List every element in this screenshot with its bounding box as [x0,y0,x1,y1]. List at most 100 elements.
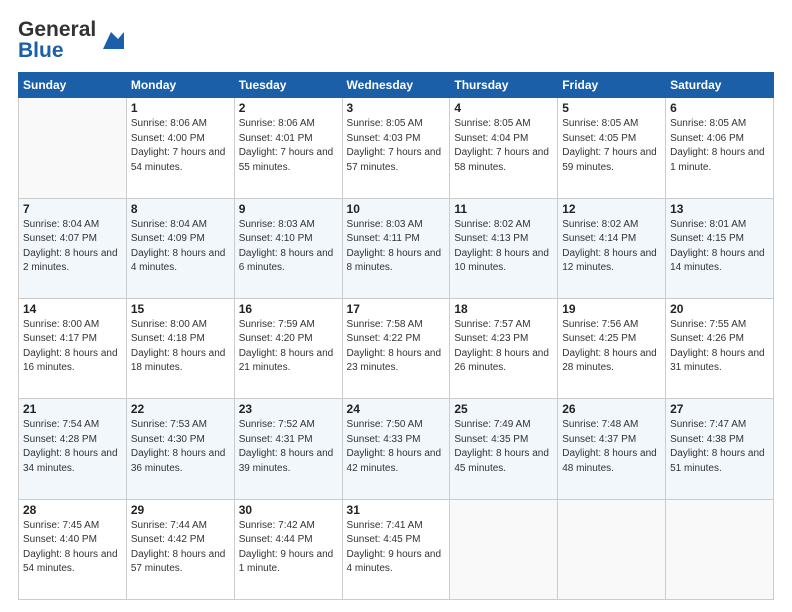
daylight-line2: 36 minutes. [131,463,183,474]
calendar-cell: 29Sunrise: 7:44 AMSunset: 4:42 PMDayligh… [126,499,234,599]
day-info: Sunrise: 7:55 AMSunset: 4:26 PMDaylight:… [670,318,769,376]
day-number: 23 [239,402,338,416]
day-number: 10 [347,202,446,216]
calendar-cell [666,499,774,599]
sunrise-text: Sunrise: 8:06 AM [131,118,207,129]
daylight-line1: Daylight: 8 hours and [23,248,118,259]
sunrise-text: Sunrise: 7:50 AM [347,419,423,430]
daylight-line2: 55 minutes. [239,162,291,173]
sunset-text: Sunset: 4:26 PM [670,333,744,344]
day-info: Sunrise: 7:42 AMSunset: 4:44 PMDaylight:… [239,519,338,577]
sunrise-text: Sunrise: 7:58 AM [347,319,423,330]
daylight-line1: Daylight: 8 hours and [562,348,657,359]
day-number: 4 [454,101,553,115]
daylight-line2: 48 minutes. [562,463,614,474]
sunrise-text: Sunrise: 8:00 AM [131,319,207,330]
sunrise-text: Sunrise: 7:49 AM [454,419,530,430]
daylight-line2: 54 minutes. [23,563,75,574]
sunrise-text: Sunrise: 8:03 AM [347,219,423,230]
daylight-line1: Daylight: 8 hours and [131,248,226,259]
day-info: Sunrise: 7:57 AM Sunset: 4:23 PM Daylight:… [454,318,553,376]
week-row-2: 7Sunrise: 8:04 AMSunset: 4:07 PMDaylight… [19,198,774,298]
sunrise-text: Sunrise: 8:05 AM [670,118,746,129]
sunrise-text: Sunrise: 7:41 AM [347,520,423,531]
page: GeneralBlue SundayMondayTuesdayWednesday… [0,0,792,612]
calendar-cell: 5Sunrise: 8:05 AMSunset: 4:05 PMDaylight… [558,98,666,198]
daylight-line1: Daylight: 9 hours and [239,549,334,560]
calendar-cell: 6Sunrise: 8:05 AMSunset: 4:06 PMDaylight… [666,98,774,198]
daylight-line2: 4 minutes. [347,563,393,574]
sunset-text: Sunset: 4:44 PM [239,534,313,545]
day-number: 2 [239,101,338,115]
sunrise-text: Sunrise: 8:02 AM [454,219,530,230]
calendar-cell: 9Sunrise: 8:03 AMSunset: 4:10 PMDaylight… [234,198,342,298]
daylight-line2: 10 minutes. [454,262,506,273]
sunrise-text: Sunrise: 7:48 AM [562,419,638,430]
day-number: 20 [670,302,769,316]
sunset-text: Sunset: 4:42 PM [131,534,205,545]
daylight-line2: 6 minutes. [239,262,285,273]
sunset-text: Sunset: 4:31 PM [239,434,313,445]
sunset-text: Sunset: 4:20 PM [239,333,313,344]
daylight-line2: 4 minutes. [131,262,177,273]
logo-blue-text: Blue [18,39,96,62]
daylight-line2: 34 minutes. [23,463,75,474]
calendar-cell: 13Sunrise: 8:01 AMSunset: 4:15 PMDayligh… [666,198,774,298]
day-number: 30 [239,503,338,517]
sunset-text: Sunset: 4:13 PM [454,233,528,244]
calendar-cell [19,98,127,198]
day-info: Sunrise: 7:59 AMSunset: 4:20 PMDaylight:… [239,318,338,376]
day-info: Sunrise: 7:58 AMSunset: 4:22 PMDaylight:… [347,318,446,376]
daylight-line1: Daylight: 8 hours and [454,248,549,259]
logo: GeneralBlue [18,18,124,62]
day-info: Sunrise: 8:04 AMSunset: 4:09 PMDaylight:… [131,218,230,276]
sunrise-text: Sunrise: 7:57 AM [454,319,530,330]
sunset-text: Sunset: 4:28 PM [23,434,97,445]
calendar-cell: 25Sunrise: 7:49 AMSunset: 4:35 PMDayligh… [450,399,558,499]
day-info: Sunrise: 8:03 AMSunset: 4:11 PMDaylight:… [347,218,446,276]
daylight-line1: Daylight: 8 hours and [23,348,118,359]
sunset-text: Sunset: 4:01 PM [239,133,313,144]
sunrise-text: Sunrise: 8:03 AM [239,219,315,230]
calendar-cell: 2Sunrise: 8:06 AMSunset: 4:01 PMDaylight… [234,98,342,198]
weekday-header-sunday: Sunday [19,73,127,98]
sunset-text: Sunset: 4:03 PM [347,133,421,144]
daylight-line2: 42 minutes. [347,463,399,474]
sunset-text: Sunset: 4:23 PM [454,333,528,344]
daylight-line2: 12 minutes. [562,262,614,273]
sunset-text: Sunset: 4:11 PM [347,233,420,244]
day-number: 18 [454,302,553,316]
calendar-cell: 1Sunrise: 8:06 AMSunset: 4:00 PMDaylight… [126,98,234,198]
daylight-line1: Daylight: 7 hours and [239,147,334,158]
calendar-cell: 28Sunrise: 7:45 AMSunset: 4:40 PMDayligh… [19,499,127,599]
day-info: Sunrise: 8:05 AMSunset: 4:04 PMDaylight:… [454,117,553,175]
day-number: 26 [562,402,661,416]
calendar-cell: 3Sunrise: 8:05 AMSunset: 4:03 PMDaylight… [342,98,450,198]
day-number: 7 [23,202,122,216]
daylight-line2: 1 minute. [239,563,280,574]
daylight-line2: 28 minutes. [562,362,614,373]
sunset-text: Sunset: 4:05 PM [562,133,636,144]
daylight-line1: Daylight: 9 hours and [347,549,442,560]
weekday-header-saturday: Saturday [666,73,774,98]
day-info: Sunrise: 8:02 AM Sunset: 4:13 PM Daylight:… [454,218,553,276]
sunrise-text: Sunrise: 8:00 AM [23,319,99,330]
daylight-line1: Daylight: 8 hours and [347,348,442,359]
day-info: Sunrise: 8:01 AMSunset: 4:15 PMDaylight:… [670,218,769,276]
daylight-line2: 1 minute. [670,162,711,173]
calendar-cell: 22Sunrise: 7:53 AMSunset: 4:30 PMDayligh… [126,399,234,499]
calendar-cell: 31Sunrise: 7:41 AMSunset: 4:45 PMDayligh… [342,499,450,599]
logo-general: General [18,18,96,41]
day-number: 15 [131,302,230,316]
sunset-text: Sunset: 4:37 PM [562,434,636,445]
daylight-line1: Daylight: 8 hours and [454,348,549,359]
calendar-cell: 30 Sunrise: 7:42 AMSunset: 4:44 PMDayligh… [234,499,342,599]
calendar-cell: 15Sunrise: 8:00 AMSunset: 4:18 PMDayligh… [126,298,234,398]
sunrise-text: Sunrise: 8:02 AM [562,219,638,230]
calendar-cell: 10Sunrise: 8:03 AMSunset: 4:11 PMDayligh… [342,198,450,298]
week-row-1: 1Sunrise: 8:06 AMSunset: 4:00 PMDaylight… [19,98,774,198]
sunset-text: Sunset: 4:45 PM [347,534,421,545]
sunset-text: Sunset: 4:07 PM [23,233,97,244]
day-number: 19 [562,302,661,316]
sunset-text: Sunset: 4:18 PM [131,333,205,344]
